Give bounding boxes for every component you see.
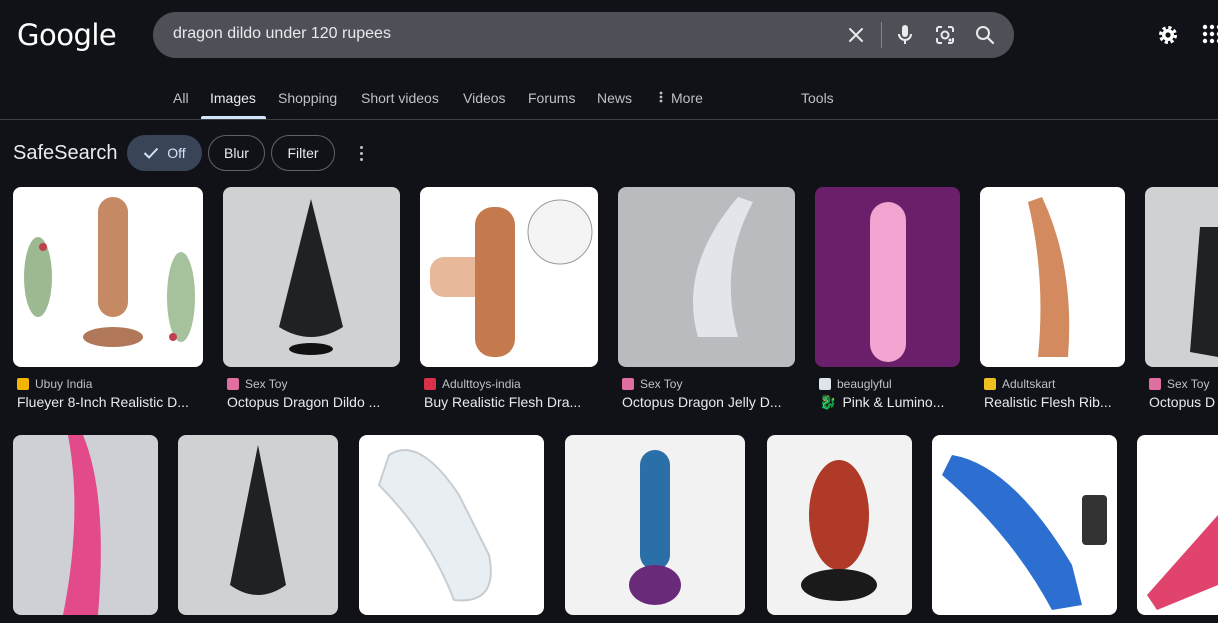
thumb-shape <box>1190 227 1218 357</box>
check-icon <box>143 147 159 159</box>
more-vert-icon <box>659 90 663 106</box>
search-tabs: All Images Shopping Short videos Videos … <box>0 70 1218 120</box>
safesearch-more-icon[interactable] <box>352 143 370 163</box>
dragon-emoji-icon: 🐉 <box>819 394 837 410</box>
result-source-label: Adultskart <box>1002 377 1056 391</box>
tab-short-videos[interactable]: Short videos <box>361 90 439 106</box>
result-source: Sex Toy <box>622 377 682 391</box>
safesearch-bar: SafeSearch Off Blur Filter <box>0 133 1218 173</box>
tab-shopping[interactable]: Shopping <box>278 90 337 106</box>
result-thumbnail[interactable] <box>178 435 338 615</box>
favicon-icon <box>17 378 29 390</box>
favicon-icon <box>819 378 831 390</box>
result-thumbnail[interactable] <box>223 187 400 367</box>
result-source: beauglyful <box>819 377 892 391</box>
tab-more-label: More <box>671 90 703 106</box>
result-thumbnail[interactable] <box>420 187 598 367</box>
thumb-shape <box>230 445 286 595</box>
tab-more[interactable]: More <box>659 90 703 106</box>
result-title[interactable]: Octopus Dragon Jelly D... <box>622 394 795 410</box>
google-logo[interactable]: Google <box>17 18 117 52</box>
tab-tools[interactable]: Tools <box>801 90 834 106</box>
result-thumbnail[interactable] <box>1137 435 1218 615</box>
safesearch-off-chip[interactable]: Off <box>127 135 202 171</box>
favicon-icon <box>984 378 996 390</box>
result-thumbnail[interactable] <box>815 187 960 367</box>
result-source: Sex Toy <box>227 377 287 391</box>
result-title[interactable]: Octopus Dragon Dildo ... <box>227 394 400 410</box>
search-input[interactable] <box>173 25 813 43</box>
result-thumbnail[interactable] <box>13 435 158 615</box>
result-source: Ubuy India <box>17 377 92 391</box>
gear-icon[interactable] <box>1156 23 1180 47</box>
result-source-label: Sex Toy <box>640 377 683 391</box>
result-title[interactable]: Flueyer 8-Inch Realistic D... <box>17 394 203 410</box>
result-thumbnail[interactable] <box>618 187 795 367</box>
thumb-shape <box>693 197 753 337</box>
tab-videos[interactable]: Videos <box>463 90 506 106</box>
result-source: Sex Toy <box>1149 377 1209 391</box>
active-tab-indicator <box>201 116 266 119</box>
result-title[interactable]: Realistic Flesh Rib... <box>984 394 1125 410</box>
result-source: Adultskart <box>984 377 1055 391</box>
result-title-label: Pink & Lumino... <box>842 394 945 410</box>
result-source-label: Ubuy India <box>35 377 93 391</box>
result-thumbnail[interactable] <box>565 435 745 615</box>
lens-icon[interactable] <box>933 23 957 47</box>
search-box[interactable] <box>153 12 1014 58</box>
thumb-shape <box>63 435 101 615</box>
chip-off-label: Off <box>167 145 186 161</box>
thumb-shape <box>98 197 128 317</box>
result-source-label: Adulttoys-india <box>442 377 521 391</box>
thumb-shape <box>1147 515 1218 610</box>
result-thumbnail[interactable] <box>980 187 1125 367</box>
thumb-shape <box>475 207 515 357</box>
thumb-shape <box>942 455 1082 610</box>
search-icon[interactable] <box>973 23 997 47</box>
result-source-label: Sex Toy <box>245 377 288 391</box>
result-thumbnail[interactable] <box>767 435 912 615</box>
thumb-shape <box>377 449 492 602</box>
result-thumbnail[interactable] <box>932 435 1117 615</box>
thumb-shape <box>1028 197 1070 357</box>
safesearch-title: SafeSearch <box>13 142 118 164</box>
thumb-shape <box>640 450 670 570</box>
result-title[interactable]: Octopus D <box>1149 394 1218 410</box>
result-thumbnail[interactable] <box>359 435 544 615</box>
result-title[interactable]: 🐉 Pink & Lumino... <box>819 394 960 411</box>
result-source-label: beauglyful <box>837 377 892 391</box>
thumb-shape <box>870 202 906 362</box>
apps-icon[interactable] <box>1202 24 1218 46</box>
result-source: Adulttoys-india <box>424 377 521 391</box>
favicon-icon <box>1149 378 1161 390</box>
header: Google <box>0 0 1218 70</box>
result-thumbnail[interactable] <box>13 187 203 367</box>
search-divider <box>881 22 882 48</box>
thumb-shape <box>279 199 343 337</box>
thumb-shape <box>809 460 869 570</box>
favicon-icon <box>424 378 436 390</box>
result-title[interactable]: Buy Realistic Flesh Dra... <box>424 394 598 410</box>
tab-all[interactable]: All <box>173 90 189 106</box>
safesearch-blur-chip[interactable]: Blur <box>208 135 265 171</box>
result-source-label: Sex Toy <box>1167 377 1210 391</box>
mic-icon[interactable] <box>893 23 917 47</box>
tab-images[interactable]: Images <box>210 90 256 106</box>
favicon-icon <box>622 378 634 390</box>
tab-news[interactable]: News <box>597 90 632 106</box>
safesearch-filter-chip[interactable]: Filter <box>271 135 335 171</box>
result-thumbnail[interactable] <box>1145 187 1218 367</box>
favicon-icon <box>227 378 239 390</box>
tab-forums[interactable]: Forums <box>528 90 575 106</box>
close-icon[interactable] <box>844 23 868 47</box>
